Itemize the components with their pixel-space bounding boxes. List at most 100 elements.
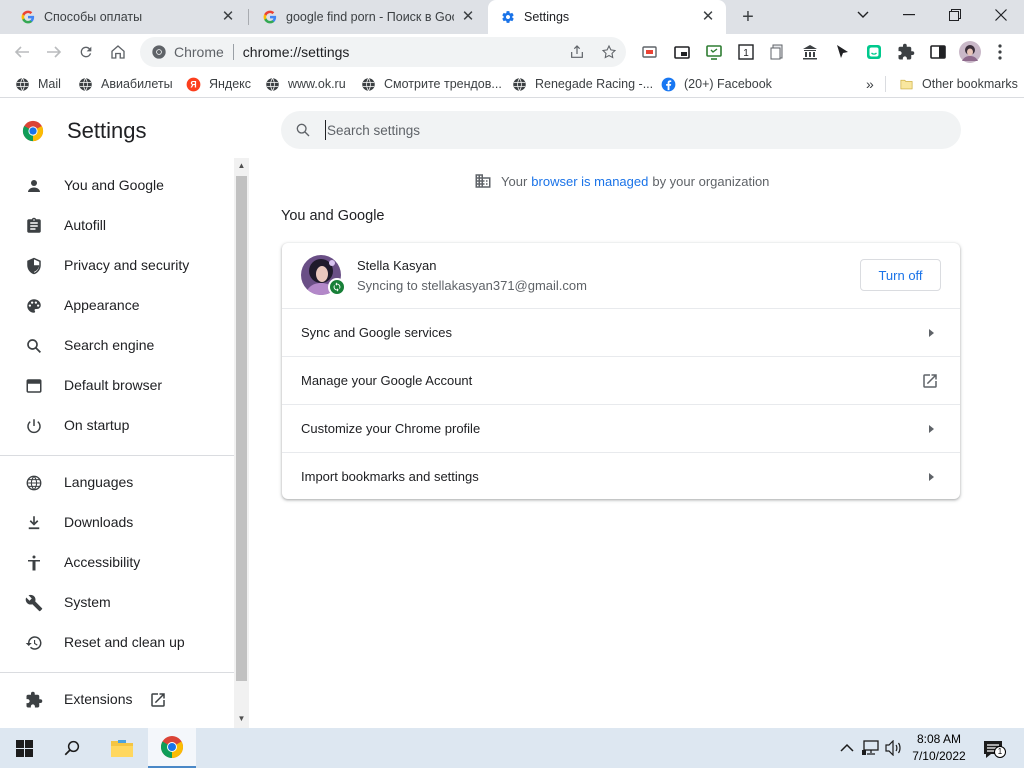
- close-icon[interactable]: ✕: [700, 9, 716, 25]
- arrow-right-icon: [929, 329, 934, 337]
- yandex-icon: Я: [185, 76, 201, 92]
- settings-sidebar: You and Google Autofill Privacy and secu…: [0, 158, 234, 728]
- omnibox-url[interactable]: chrome://settings: [243, 44, 350, 60]
- bookmark-label: Авиабилеты: [101, 77, 173, 91]
- sidebar-item-autofill[interactable]: Autofill: [0, 206, 234, 246]
- notification-count: 1: [994, 746, 1006, 758]
- sidebar-item-default-browser[interactable]: Default browser: [0, 366, 234, 406]
- globe-icon: [77, 76, 93, 92]
- sidebar-item-downloads[interactable]: Downloads: [0, 503, 234, 543]
- settings-search-box[interactable]: [281, 111, 961, 149]
- scroll-down-arrow[interactable]: ▼: [237, 714, 246, 723]
- extension-gallery-icon[interactable]: [640, 42, 660, 62]
- sidebar-scrollbar[interactable]: ▲ ▼: [234, 158, 249, 728]
- sidebar-item-label: Languages: [64, 474, 134, 490]
- bookmark-label: Renegade Racing -...: [535, 77, 654, 91]
- smile-extension-icon[interactable]: [864, 42, 884, 62]
- tab-settings[interactable]: Settings ✕: [488, 0, 726, 34]
- picture-in-picture-icon[interactable]: [672, 42, 692, 62]
- sidebar-item-extensions[interactable]: Extensions: [0, 680, 234, 720]
- bookmark-item[interactable]: (20+) Facebook: [660, 74, 772, 94]
- bookmarks-bar: Mail Авиабилеты Я Яндекс www.ok.ru Смотр…: [0, 70, 1024, 98]
- row-manage-google-account[interactable]: Manage your Google Account: [282, 356, 960, 404]
- sidebar-item-privacy-security[interactable]: Privacy and security: [0, 246, 234, 286]
- sidebar-item-on-startup[interactable]: On startup: [0, 406, 234, 446]
- screen-record-icon[interactable]: [704, 42, 724, 62]
- number-one-icon[interactable]: 1: [736, 42, 756, 62]
- other-bookmarks[interactable]: Other bookmarks: [898, 74, 1018, 94]
- tab-search-button[interactable]: [840, 0, 886, 30]
- omnibox[interactable]: Chrome chrome://settings: [140, 37, 626, 67]
- tab-title: Способы оплаты: [44, 10, 143, 24]
- home-button[interactable]: [105, 39, 131, 65]
- browser-toolbar: Chrome chrome://settings 1: [0, 34, 1024, 70]
- chevron-up-icon[interactable]: [838, 739, 856, 757]
- share-icon[interactable]: [569, 44, 585, 60]
- sidebar-item-accessibility[interactable]: Accessibility: [0, 543, 234, 583]
- browser-window-icon: [24, 376, 44, 396]
- star-icon[interactable]: [601, 44, 617, 60]
- search-icon: [64, 740, 80, 756]
- bookmark-item[interactable]: Renegade Racing -...: [511, 74, 653, 94]
- scroll-thumb[interactable]: [236, 176, 247, 681]
- row-import-bookmarks[interactable]: Import bookmarks and settings: [282, 452, 960, 500]
- bookmark-item[interactable]: Я Яндекс: [185, 74, 251, 94]
- taskbar-search-button[interactable]: [48, 728, 96, 768]
- section-title: You and Google: [281, 208, 385, 224]
- close-window-button[interactable]: [978, 0, 1024, 30]
- close-icon[interactable]: ✕: [460, 9, 476, 25]
- restore-button[interactable]: [932, 0, 978, 30]
- bookmark-item[interactable]: Смотрите трендов...: [360, 74, 502, 94]
- profile-avatar[interactable]: [958, 40, 982, 64]
- bookmark-label: (20+) Facebook: [684, 77, 772, 91]
- puzzle-icon[interactable]: [896, 42, 916, 62]
- sidebar-item-system[interactable]: System: [0, 583, 234, 623]
- volume-icon[interactable]: [885, 739, 903, 757]
- close-icon: [995, 9, 1007, 21]
- sidebar-item-search-engine[interactable]: Search engine: [0, 326, 234, 366]
- reload-icon: [80, 46, 92, 58]
- side-panel-icon[interactable]: [928, 42, 948, 62]
- taskbar-clock-date[interactable]: 7/10/2022: [906, 749, 972, 763]
- close-icon[interactable]: ✕: [220, 9, 236, 25]
- back-button[interactable]: [9, 39, 35, 65]
- taskbar-clock-time[interactable]: 8:08 AM: [906, 732, 972, 746]
- sidebar-item-languages[interactable]: Languages: [0, 463, 234, 503]
- more-menu-icon[interactable]: [990, 42, 1010, 62]
- new-tab-button[interactable]: +: [736, 6, 760, 28]
- file-explorer-button[interactable]: [98, 728, 146, 768]
- sidebar-item-reset-clean-up[interactable]: Reset and clean up: [0, 623, 234, 663]
- cursor-icon[interactable]: [832, 42, 852, 62]
- bookmark-item[interactable]: Mail: [14, 74, 61, 94]
- network-icon[interactable]: [862, 739, 880, 757]
- sidebar-item-appearance[interactable]: Appearance: [0, 286, 234, 326]
- folder-icon: [111, 740, 133, 757]
- reload-button[interactable]: [73, 39, 99, 65]
- row-sync-google-services[interactable]: Sync and Google services: [282, 308, 960, 356]
- chrome-taskbar-button[interactable]: [148, 728, 196, 768]
- row-customize-chrome-profile[interactable]: Customize your Chrome profile: [282, 404, 960, 452]
- scroll-up-arrow[interactable]: ▲: [237, 161, 246, 170]
- turn-off-sync-button[interactable]: Turn off: [860, 259, 941, 291]
- tab-payment-methods[interactable]: Способы оплаты ✕: [8, 0, 246, 34]
- wrench-icon: [24, 593, 44, 613]
- bookmarks-divider: [885, 76, 886, 92]
- minimize-button[interactable]: [886, 0, 932, 30]
- forward-button[interactable]: [41, 39, 67, 65]
- document-icon[interactable]: [768, 42, 788, 62]
- start-button[interactable]: [0, 728, 48, 768]
- tab-google-search[interactable]: google find porn - Поиск в Google ✕: [250, 0, 486, 34]
- managed-link[interactable]: browser is managed: [531, 174, 648, 189]
- search-input[interactable]: [325, 120, 925, 140]
- bookmark-item[interactable]: Авиабилеты: [77, 74, 173, 94]
- palette-icon: [24, 296, 44, 316]
- sidebar-item-you-and-google[interactable]: You and Google: [0, 166, 234, 206]
- bank-icon[interactable]: [800, 42, 820, 62]
- bookmarks-overflow-button[interactable]: »: [866, 74, 874, 94]
- managed-prefix: Your: [501, 173, 528, 189]
- globe-icon: [14, 76, 30, 92]
- globe-icon: [24, 473, 44, 493]
- settings-page: Settings You and Google Autofill Privacy…: [0, 102, 1024, 728]
- sync-status: Syncing to stellakasyan371@gmail.com: [357, 278, 587, 293]
- bookmark-item[interactable]: www.ok.ru: [264, 74, 346, 94]
